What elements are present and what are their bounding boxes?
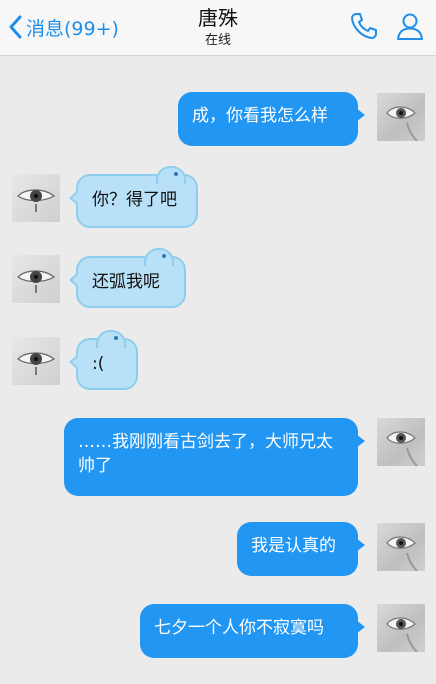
message-text: 成，你看我怎么样 xyxy=(192,106,328,126)
person-icon xyxy=(397,13,423,40)
chat-header: 消息(99+) 唐殊 在线 xyxy=(0,0,436,56)
eye-photo-icon xyxy=(17,352,56,375)
message-bubble-incoming[interactable]: :( xyxy=(69,330,138,390)
my-avatar[interactable] xyxy=(377,604,425,652)
phone-icon xyxy=(351,13,377,39)
eye-photo-icon xyxy=(386,106,418,141)
message-text: 还弧我呢 xyxy=(92,272,160,292)
contact-avatar[interactable] xyxy=(12,255,60,303)
contact-avatar[interactable] xyxy=(12,337,60,385)
bubble-decoration xyxy=(156,166,186,184)
message-text: 你？得了吧 xyxy=(92,190,177,210)
message-list[interactable]: 成，你看我怎么样 你？得了吧 还弧我呢:(……我刚刚看古剑去了，大师兄太帅了… xyxy=(0,56,436,684)
eye-photo-icon xyxy=(17,270,56,293)
message-bubble-outgoing[interactable]: ……我刚刚看古剑去了，大师兄太帅了 xyxy=(64,418,365,496)
phone-call-button[interactable] xyxy=(348,10,380,42)
bubble-decoration xyxy=(144,248,174,266)
eye-photo-icon xyxy=(386,536,418,571)
my-avatar[interactable] xyxy=(377,523,425,571)
message-text: 七夕一个人你不寂寞吗 xyxy=(154,618,324,638)
message-text: 我是认真的 xyxy=(251,536,336,556)
message-bubble-incoming[interactable]: 你？得了吧 xyxy=(69,166,198,228)
message-bubble-outgoing[interactable]: 成，你看我怎么样 xyxy=(178,92,365,146)
contact-avatar[interactable] xyxy=(12,174,60,222)
my-avatar[interactable] xyxy=(377,418,425,466)
bubble-decoration xyxy=(96,330,126,348)
message-bubble-outgoing[interactable]: 我是认真的 xyxy=(237,522,365,576)
message-text: :( xyxy=(92,354,105,374)
profile-button[interactable] xyxy=(394,10,426,42)
eye-photo-icon xyxy=(386,617,418,652)
message-text: ……我刚刚看古剑去了，大师兄太帅了 xyxy=(78,432,333,476)
eye-photo-icon xyxy=(17,189,56,212)
my-avatar[interactable] xyxy=(377,93,425,141)
message-bubble-incoming[interactable]: 还弧我呢 xyxy=(69,248,186,308)
eye-photo-icon xyxy=(386,431,418,466)
message-bubble-outgoing[interactable]: 七夕一个人你不寂寞吗 xyxy=(140,604,365,658)
